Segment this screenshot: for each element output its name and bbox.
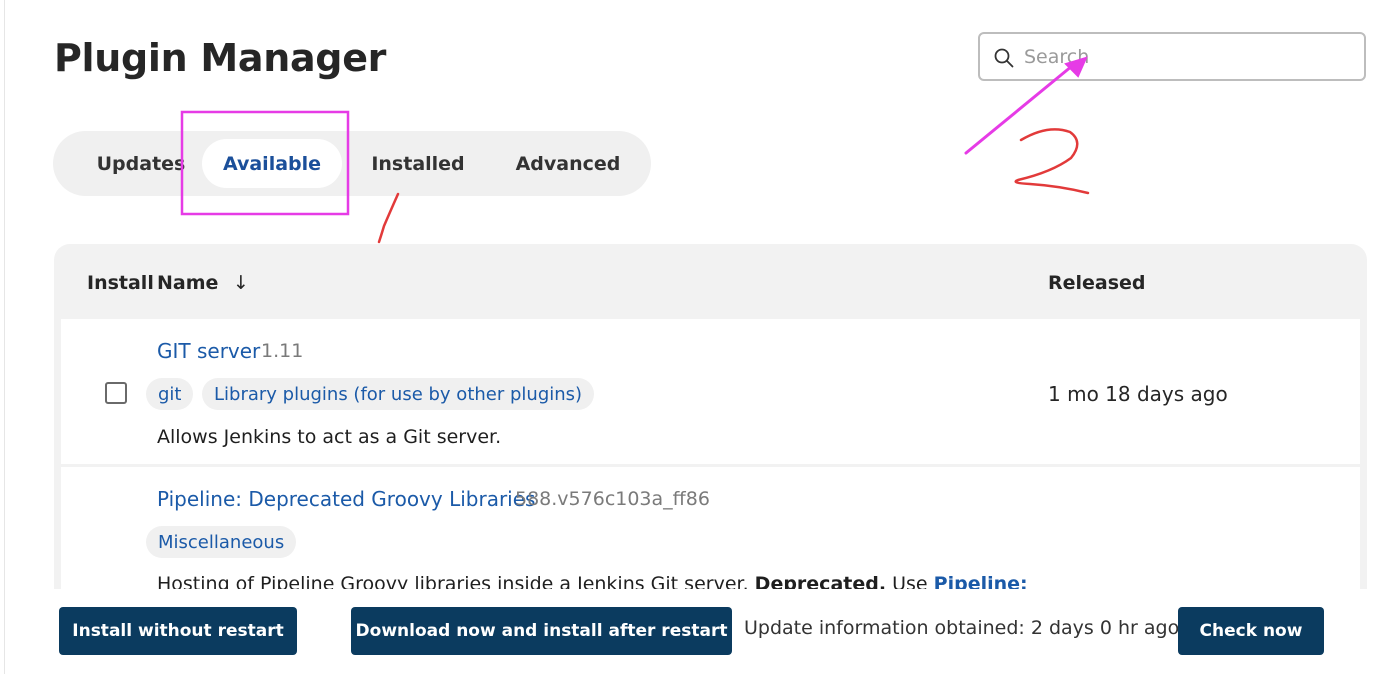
column-header-released[interactable]: Released (1048, 272, 1146, 294)
annotation-label-2: 2 (0, 0, 1, 1)
annotation-label-1: 1 (0, 0, 1, 1)
plugin-version: 1.11 (261, 340, 304, 362)
search-input[interactable] (1024, 42, 1354, 72)
column-header-name[interactable]: Name ↓ (157, 272, 249, 294)
search-box[interactable] (978, 32, 1366, 81)
handwritten-mark-1 (377, 192, 400, 244)
plugin-tag[interactable]: Library plugins (for use by other plugin… (202, 378, 595, 410)
plugin-name-link[interactable]: GIT server (157, 339, 260, 363)
tab-installed[interactable]: Installed (358, 139, 478, 188)
tab-updates[interactable]: Updates (79, 139, 203, 188)
plugin-description: Hosting of Pipeline Groovy libraries ins… (157, 573, 1028, 589)
table-row: Pipeline: Deprecated Groovy Libraries 58… (61, 467, 1360, 589)
search-icon (994, 48, 1014, 68)
plugin-description-text: Hosting of Pipeline Groovy libraries ins… (157, 573, 749, 589)
released-date: 1 mo 18 days ago (1048, 382, 1228, 406)
deprecated-label: Deprecated. (754, 573, 887, 589)
page-title: Plugin Manager (54, 36, 387, 80)
handwritten-number-2 (1014, 128, 1090, 195)
plugin-name-link[interactable]: Pipeline: Deprecated Groovy Libraries (157, 487, 535, 511)
tab-advanced[interactable]: Advanced (506, 139, 630, 188)
check-now-button[interactable]: Check now (1178, 607, 1324, 655)
plugin-tag[interactable]: Miscellaneous (146, 526, 297, 558)
plugin-version: 588.v576c103a_ff86 (515, 488, 710, 510)
replacement-plugin-link[interactable]: Pipeline: (934, 573, 1028, 589)
update-info-text: Update information obtained: 2 days 0 hr… (744, 617, 1180, 639)
tab-available[interactable]: Available (202, 139, 342, 188)
table-row: GIT server 1.11 git Library plugins (for… (61, 319, 1360, 464)
download-install-after-restart-button[interactable]: Download now and install after restart (351, 607, 732, 655)
install-without-restart-button[interactable]: Install without restart (59, 607, 297, 655)
plugin-manager-tabs: Updates Available Installed Advanced (53, 131, 651, 196)
plugin-description-use: Use (892, 573, 928, 589)
page-left-border (4, 0, 5, 674)
column-header-install: Install (87, 272, 154, 294)
sort-arrow-down-icon: ↓ (233, 272, 249, 294)
column-header-name-label: Name (157, 272, 219, 294)
plugin-description: Allows Jenkins to act as a Git server. (157, 426, 502, 448)
plugin-tag[interactable]: git (146, 378, 194, 410)
install-checkbox[interactable] (105, 382, 127, 404)
plugins-table: Install Name ↓ Released GIT server 1.11 … (54, 244, 1367, 589)
